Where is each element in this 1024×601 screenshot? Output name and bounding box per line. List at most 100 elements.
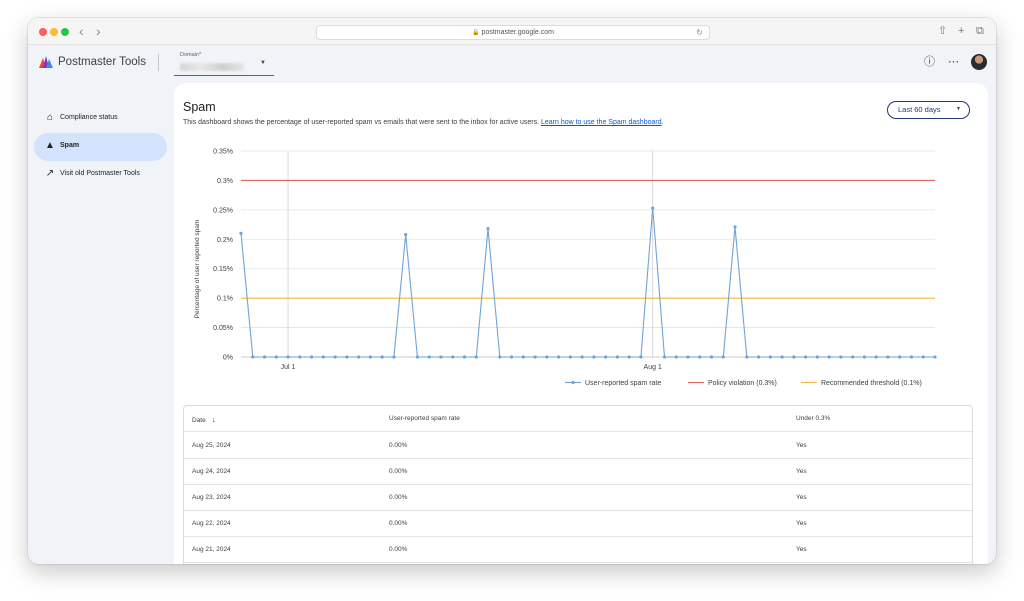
data-point — [368, 355, 372, 359]
data-point — [674, 355, 678, 359]
new-tab-icon[interactable]: + — [958, 23, 964, 39]
cell-date: Aug 21, 2024 — [192, 546, 231, 553]
help-icon[interactable]: ⓘ — [924, 54, 935, 70]
table-row: Aug 25, 2024 0.00% Yes — [184, 433, 972, 459]
cell-under: Yes — [796, 442, 807, 449]
table-row: Aug 22, 2024 0.00% Yes — [184, 511, 972, 537]
cell-date: Aug 23, 2024 — [192, 494, 231, 501]
data-point — [709, 355, 714, 359]
cell-date: Aug 22, 2024 — [192, 520, 231, 527]
legend-label: User-reported spam rate — [585, 380, 661, 387]
data-point — [862, 355, 867, 359]
cell-under: Yes — [796, 494, 807, 501]
data-point — [321, 355, 325, 359]
tab-overview-icon[interactable]: ⧉ — [976, 23, 984, 39]
data-point — [357, 355, 361, 359]
data-point — [804, 355, 808, 359]
close-window-button[interactable] — [39, 28, 47, 36]
table-row: Aug 23, 2024 0.00% Yes — [184, 485, 972, 511]
data-point — [298, 355, 302, 359]
app-title: Postmaster Tools — [58, 56, 146, 68]
data-point — [698, 355, 702, 359]
cell-rate: 0.00% — [389, 468, 408, 475]
data-point — [874, 355, 878, 359]
address-bar[interactable]: 🔒 postmaster.google.com ↻ — [316, 25, 710, 40]
y-axis-label: Percentage of user reported spam — [194, 220, 201, 319]
data-point — [745, 355, 749, 359]
data-point — [827, 355, 831, 359]
data-point — [462, 355, 467, 359]
header-divider — [158, 54, 159, 71]
data-point — [545, 355, 549, 359]
sidebar: ⌂ Compliance status ▲ Spam ↗ Visit old P… — [28, 95, 174, 564]
y-tick-label: 0.15% — [213, 266, 233, 273]
column-header-spam-rate: User-reported spam rate — [389, 415, 460, 422]
data-point — [933, 355, 937, 359]
legend-label: Recommended threshold (0.1%) — [821, 380, 922, 387]
data-point — [286, 355, 290, 359]
main-content: Spam This dashboard shows the percentage… — [174, 83, 988, 564]
data-point — [533, 355, 537, 359]
data-point — [580, 355, 584, 359]
data-point — [792, 355, 796, 359]
y-tick-label: 0% — [223, 355, 233, 362]
minimize-window-button[interactable] — [50, 28, 58, 36]
data-point — [921, 355, 925, 359]
cell-under: Yes — [796, 546, 807, 553]
cell-date: Aug 25, 2024 — [192, 442, 231, 449]
share-icon[interactable]: ⇧ — [938, 23, 947, 39]
data-point — [556, 355, 561, 359]
data-point — [498, 355, 502, 359]
data-point — [380, 355, 384, 359]
browser-window: ‹ › 🔒 postmaster.google.com ↻ ⇧ + ⧉ Postm… — [28, 18, 996, 564]
zoom-window-button[interactable] — [61, 28, 69, 36]
data-point — [815, 355, 819, 359]
data-point — [251, 355, 255, 359]
data-point — [721, 355, 725, 359]
cell-date: Aug 24, 2024 — [192, 468, 231, 475]
spam-data-table: Date ↓ User-reported spam rate Under 0.3%… — [183, 405, 973, 564]
cell-rate: 0.00% — [389, 442, 408, 449]
data-point — [909, 355, 914, 359]
data-point — [651, 206, 655, 210]
cell-under: Yes — [796, 468, 807, 475]
data-point — [756, 355, 761, 359]
sidebar-item-spam[interactable]: ▲ Spam — [34, 133, 167, 161]
cell-rate: 0.00% — [389, 494, 408, 501]
back-icon[interactable]: ‹ — [79, 22, 84, 40]
data-point — [686, 355, 690, 359]
y-tick-label: 0.1% — [217, 296, 233, 303]
domain-select[interactable]: Domain* ▼ — [174, 51, 274, 76]
data-point — [521, 355, 525, 359]
y-tick-label: 0.25% — [213, 207, 233, 214]
reload-icon[interactable]: ↻ — [696, 26, 703, 40]
data-point — [851, 355, 855, 359]
data-point — [886, 355, 890, 359]
data-point — [568, 355, 572, 359]
series-line — [240, 208, 935, 358]
column-header-under: Under 0.3% — [796, 415, 831, 422]
forward-icon[interactable]: › — [96, 22, 101, 40]
data-point — [345, 355, 349, 359]
data-point — [780, 355, 784, 359]
table-header-row: Date ↓ User-reported spam rate Under 0.3% — [184, 406, 972, 432]
sidebar-item-visit-old-postmaster[interactable]: ↗ Visit old Postmaster Tools — [34, 161, 167, 189]
cell-rate: 0.00% — [389, 546, 408, 553]
data-point — [333, 355, 337, 359]
domain-value-redacted — [180, 63, 244, 71]
postmaster-logo-icon — [39, 56, 53, 68]
legend-label: Policy violation (0.3%) — [708, 380, 777, 387]
column-header-date[interactable]: Date ↓ — [192, 415, 216, 424]
data-point — [768, 355, 772, 359]
cell-rate: 0.00% — [389, 520, 408, 527]
sidebar-item-compliance-status[interactable]: ⌂ Compliance status — [34, 105, 167, 133]
data-point — [451, 355, 455, 359]
apps-grid-icon[interactable]: ⋯ — [948, 54, 959, 70]
data-point — [592, 355, 596, 359]
cell-under: Yes — [796, 520, 807, 527]
y-tick-label: 0.2% — [217, 237, 233, 244]
data-point — [627, 355, 631, 359]
sidebar-item-label: Spam — [60, 142, 80, 149]
data-point — [262, 355, 267, 359]
avatar[interactable] — [971, 54, 987, 70]
